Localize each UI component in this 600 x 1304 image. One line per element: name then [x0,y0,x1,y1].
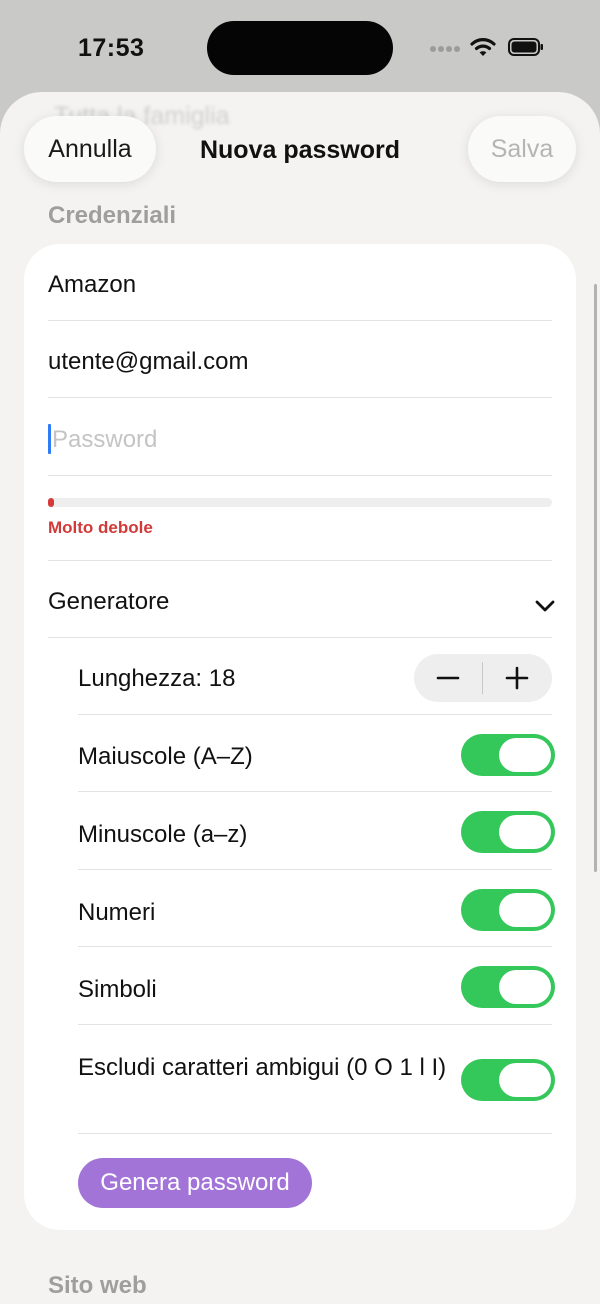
option-symbols-label: Simboli [78,976,157,1003]
generate-password-button[interactable]: Genera password [78,1158,312,1208]
divider [78,869,552,870]
generator-title: Generatore [48,588,170,615]
username-field[interactable]: utente@gmail.com [48,321,552,397]
toggle-knob [499,1063,551,1097]
generator-disclosure[interactable]: Generatore [48,561,552,637]
toggle-uppercase[interactable] [461,734,555,776]
scroll-indicator[interactable] [594,284,597,872]
divider [78,714,552,715]
section-header-website: Sito web [48,1272,147,1299]
text-caret [48,424,51,454]
toggle-knob [499,815,551,849]
username-value: utente@gmail.com [48,348,249,375]
cellular-signal-icon [430,46,462,54]
save-button[interactable]: Salva [468,116,576,182]
strength-label: Molto debole [48,518,153,537]
option-lowercase-label: Minuscole (a–z) [78,821,248,848]
divider [78,1133,552,1134]
password-field[interactable]: Password [48,406,552,466]
status-bar: 17:53 [0,0,600,96]
divider [48,475,552,476]
chevron-down-icon[interactable] [534,595,556,617]
toggle-knob [499,970,551,1004]
toggle-knob [499,738,551,772]
section-header-credentials: Credenziali [48,202,177,229]
option-numbers-label: Numeri [78,899,156,926]
divider [78,1024,552,1025]
increment-button[interactable] [483,654,551,702]
divider [48,397,552,398]
toggle-symbols[interactable] [461,966,555,1008]
password-placeholder: Password [52,426,158,453]
divider [78,791,552,792]
length-stepper[interactable] [414,654,552,702]
toggle-knob [499,893,551,927]
divider [48,637,552,638]
option-exclude-ambiguous-label: Escludi caratteri ambigui (0 O 1 l I) [78,1054,447,1081]
service-name-field[interactable]: Amazon [48,244,552,320]
dynamic-island [207,21,393,75]
option-uppercase-label: Maiuscole (A–Z) [78,743,253,770]
divider [78,946,552,947]
decrement-button[interactable] [414,654,482,702]
toggle-numbers[interactable] [461,889,555,931]
battery-icon [508,38,543,56]
credentials-card: Amazon utente@gmail.com Password Molto d… [24,244,576,1230]
strength-meter-fill [48,498,54,507]
wifi-icon [470,38,496,56]
service-name-value: Amazon [48,271,137,298]
status-time: 17:53 [78,34,145,62]
toggle-lowercase[interactable] [461,811,555,853]
toggle-exclude-ambiguous[interactable] [461,1059,555,1101]
new-password-sheet: Tutta la famiglia Annulla Nuova password… [0,92,600,1304]
strength-meter [48,498,552,507]
length-label: Lunghezza: 18 [78,665,236,692]
